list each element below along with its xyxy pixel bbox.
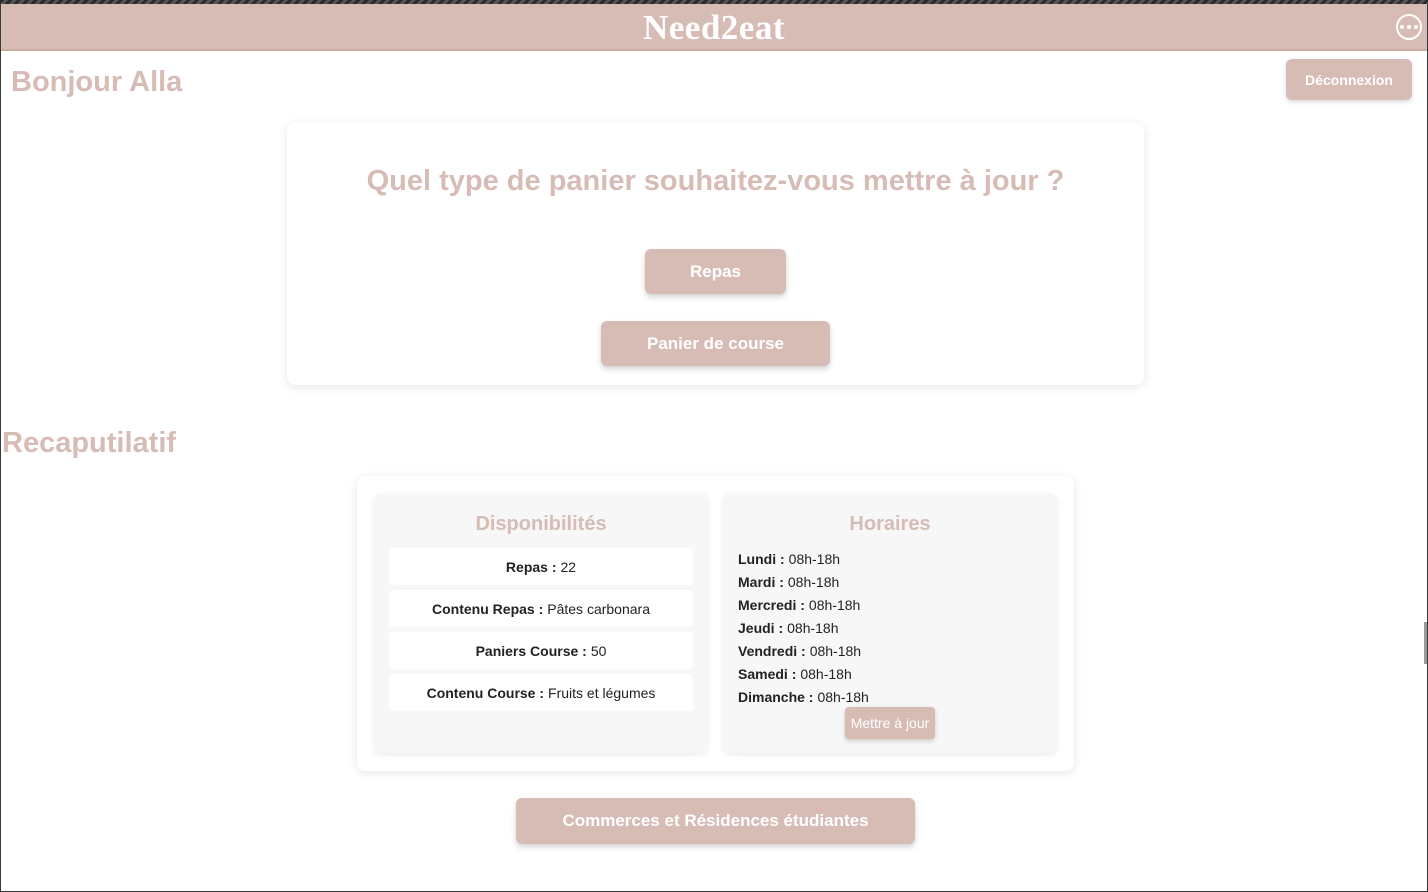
availability-panel: Disponibilités Repas : 22 Contenu Repas … bbox=[374, 493, 708, 753]
availability-item-value: 22 bbox=[560, 558, 577, 575]
recap-card: Disponibilités Repas : 22 Contenu Repas … bbox=[357, 476, 1074, 771]
day-hours: 08h-18h bbox=[788, 551, 841, 567]
availability-item: Contenu Course : Fruits et légumes bbox=[389, 674, 693, 711]
availability-item-value: 50 bbox=[590, 642, 607, 659]
day-hours: 08h-18h bbox=[787, 620, 839, 636]
availability-item-label: Contenu Repas : bbox=[432, 600, 544, 617]
panier-de-course-button[interactable]: Panier de course bbox=[601, 321, 830, 366]
day-label: Lundi : bbox=[738, 551, 785, 567]
day-hours: 08h-18h bbox=[800, 666, 852, 682]
brand-title: Need2eat bbox=[642, 8, 785, 47]
repas-button[interactable]: Repas bbox=[645, 249, 786, 294]
day-label: Mercredi : bbox=[738, 597, 805, 613]
recap-heading: Recaputilatif bbox=[2, 427, 177, 459]
availability-item: Paniers Course : 50 bbox=[389, 632, 693, 669]
availability-item: Contenu Repas : Pâtes carbonara bbox=[389, 590, 693, 627]
schedule-row: Vendredi :08h-18h bbox=[738, 642, 869, 665]
basket-question: Quel type de panier souhaitez-vous mettr… bbox=[366, 165, 1065, 197]
availability-item-value: Fruits et légumes bbox=[548, 684, 656, 701]
schedule-row: Jeudi :08h-18h bbox=[738, 619, 869, 642]
schedule-row: Mercredi :08h-18h bbox=[738, 596, 869, 619]
schedule-panel: Horaires Lundi :08h-18h Mardi :08h-18h M… bbox=[723, 493, 1057, 753]
schedule-title: Horaires bbox=[849, 513, 931, 535]
scrollbar-thumb[interactable] bbox=[1424, 622, 1427, 664]
day-hours: 08h-18h bbox=[809, 643, 862, 659]
availability-item-value: Pâtes carbonara bbox=[547, 600, 650, 617]
availability-item: Repas : 22 bbox=[389, 548, 693, 585]
basket-choice-card: Quel type de panier souhaitez-vous mettr… bbox=[287, 123, 1144, 385]
schedule-row: Mardi :08h-18h bbox=[738, 573, 869, 596]
logout-button[interactable]: Déconnexion bbox=[1286, 59, 1412, 100]
day-label: Jeudi : bbox=[738, 620, 784, 636]
greeting-heading: Bonjour Alla bbox=[11, 66, 183, 98]
availability-item-label: Paniers Course : bbox=[475, 642, 587, 659]
day-hours: 08h-18h bbox=[817, 689, 869, 705]
schedule-row: Samedi :08h-18h bbox=[738, 665, 869, 688]
app-header: Need2eat bbox=[1, 4, 1427, 51]
availability-item-label: Contenu Course : bbox=[426, 684, 545, 701]
day-hours: 08h-18h bbox=[787, 574, 840, 590]
day-label: Mardi : bbox=[738, 574, 784, 590]
day-label: Dimanche : bbox=[738, 689, 814, 705]
more-options-icon[interactable] bbox=[1396, 14, 1422, 40]
update-schedule-button[interactable]: Mettre à jour bbox=[845, 707, 935, 739]
day-label: Vendredi : bbox=[738, 643, 806, 659]
availability-item-label: Repas : bbox=[505, 558, 557, 575]
commerces-residences-button[interactable]: Commerces et Résidences étudiantes bbox=[516, 798, 915, 844]
availability-title: Disponibilités bbox=[475, 513, 607, 535]
schedule-row: Lundi :08h-18h bbox=[738, 550, 869, 573]
day-label: Samedi : bbox=[738, 666, 797, 682]
schedule-list: Lundi :08h-18h Mardi :08h-18h Mercredi :… bbox=[738, 550, 869, 711]
day-hours: 08h-18h bbox=[808, 597, 861, 613]
